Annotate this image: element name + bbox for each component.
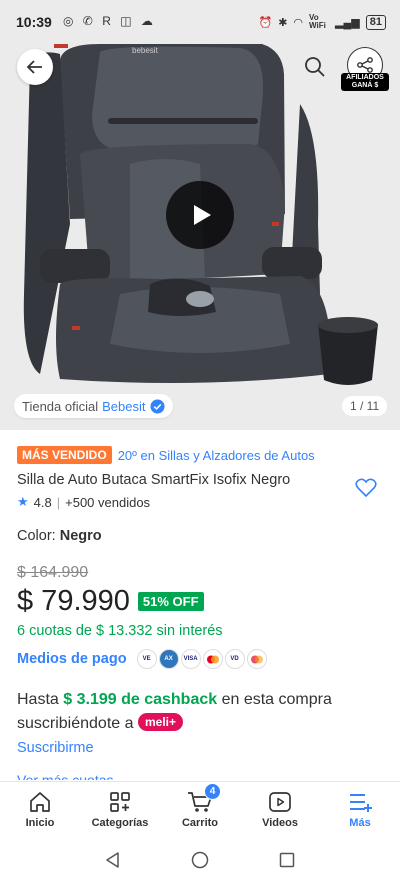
system-home-icon[interactable] [190,850,210,870]
nav-more[interactable]: Más [320,782,400,837]
battery-icon: 81 [365,14,386,30]
system-navigation [0,837,400,883]
image-counter: 1 / 11 [342,396,388,416]
system-recents-icon[interactable] [278,851,296,869]
official-store-pill[interactable]: Tienda oficial Bebesit [14,394,173,418]
system-back-icon[interactable] [104,851,122,869]
cart-count-badge: 4 [204,783,221,800]
divider: | [56,494,61,510]
price-row: $ 79.990 51% OFF [17,585,204,618]
signal-icon: ▂▄▆ [335,16,360,29]
product-gallery[interactable]: bebesit AFILIADOS GANÁ $ Tienda oficial … [0,44,400,430]
original-price: $ 164.990 [17,564,89,581]
bluetooth-icon: ✱ [278,16,288,29]
rating-row[interactable]: ★ 4.8 | +500 vendidos [17,494,150,510]
payment-methods-row[interactable]: Medios de pago VE AX VISA VD [17,649,267,669]
video-icon [269,792,291,812]
nav-videos[interactable]: Videos [240,782,320,837]
nav-cart[interactable]: 4 Carrito [160,782,240,837]
nav-categories[interactable]: Categorías [80,782,160,837]
heart-icon [355,478,377,498]
installments-text: 6 cuotas de $ 13.332 sin interés [17,623,223,639]
bestseller-badge: MÁS VENDIDO [17,446,112,464]
mastercard-debit-icon [246,649,267,669]
color-value: Negro [59,528,102,544]
product-title: Silla de Auto Butaca SmartFix Isofix Neg… [17,472,291,488]
search-icon [305,57,325,77]
store-label: Tienda oficial [22,398,99,414]
nav-videos-label: Videos [262,817,298,829]
payment-methods-link[interactable]: Medios de pago [17,651,127,667]
alarm-icon: ⏰ [258,16,273,29]
category-rank-link[interactable]: 20º en Sillas y Alzadores de Autos [118,448,315,463]
nav-more-label: Más [349,817,371,829]
wifi-icon: ◠ [293,16,304,29]
affiliate-badge-line2: GANÁ $ [351,82,379,89]
seat-brand: bebesit [132,46,159,55]
discount-badge: 51% OFF [137,592,204,611]
sold-count: +500 vendidos [65,494,151,510]
menu-icon [350,794,372,812]
nav-home[interactable]: Inicio [0,782,80,837]
nav-cart-label: Carrito [181,817,219,829]
categories-icon [110,792,130,812]
home-icon [30,792,50,812]
visa-debit-icon: VD [224,649,245,669]
current-price: $ 79.990 [17,585,130,617]
play-video-button[interactable] [166,181,234,249]
share-icon [357,57,373,73]
cashback-pre: Hasta [17,691,59,708]
mastercard-icon [202,649,223,669]
rating-value: 4.8 [33,494,52,510]
more-installments-link[interactable]: Ver más cuotas [17,772,114,780]
search-button[interactable] [297,49,333,85]
ranking-row: MÁS VENDIDO 20º en Sillas y Alzadores de… [17,446,315,464]
affiliate-badge: AFILIADOS GANÁ $ [341,73,389,91]
affiliate-badge-line1: AFILIADOS [346,74,384,81]
verified-icon [149,398,165,414]
nav-categories-label: Categorías [91,817,149,829]
subscribe-link[interactable]: Suscribirme [17,740,94,756]
visa-electron-icon: VE [136,649,157,669]
play-icon [194,205,211,225]
star-icon: ★ [17,494,29,509]
color-label: Color: [17,528,56,544]
network-label: Vo WiFi [309,13,326,30]
bottom-navigation: Inicio Categorías 4 Carrito Videos Más [0,781,400,837]
visa-icon: VISA [180,649,201,669]
meli-plus-badge: meli+ [137,713,183,731]
notification-icons: ◎ ✆ R ◫ ☁ [63,14,156,28]
amex-icon: AX [158,649,179,669]
arrow-left-icon [26,60,42,74]
share-affiliate-button[interactable]: AFILIADOS GANÁ $ [341,47,389,91]
cashback-amount: $ 3.199 de cashback [63,691,218,708]
clock: 10:39 [16,14,52,30]
color-selector[interactable]: Color: Negro [17,528,102,544]
store-name[interactable]: Bebesit [102,399,145,414]
cashback-text: Hasta $ 3.199 de cashback en esta compra… [17,688,387,736]
system-icons: ⏰ ✱ ◠ Vo WiFi ▂▄▆ 81 [258,13,386,30]
favorite-button[interactable] [355,478,377,503]
status-bar: 10:39 ◎ ✆ R ◫ ☁ ⏰ ✱ ◠ Vo WiFi ▂▄▆ 81 [0,0,400,44]
back-button[interactable] [17,49,53,85]
nav-home-label: Inicio [25,817,55,829]
